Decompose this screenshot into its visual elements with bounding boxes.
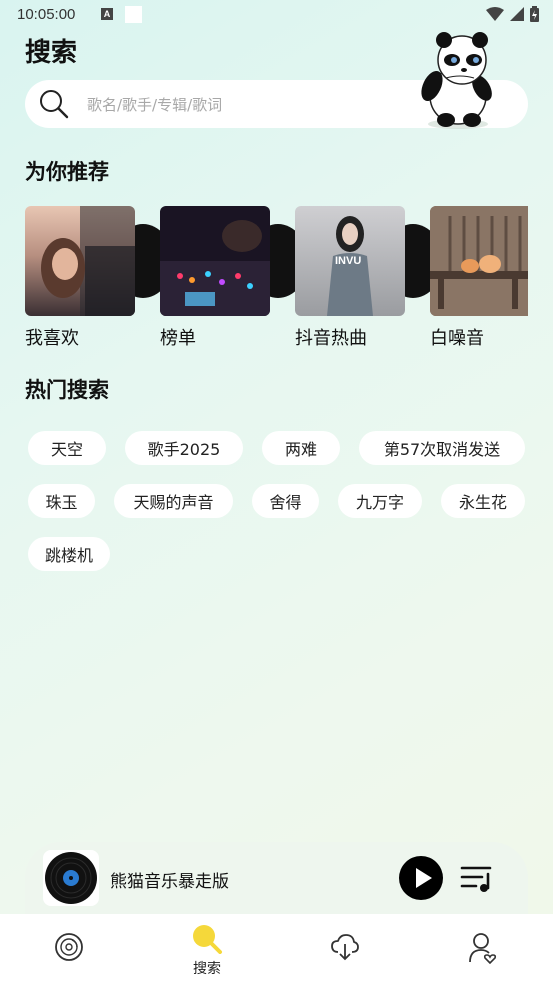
search-icon — [193, 925, 222, 954]
vinyl-disc-icon — [45, 852, 97, 904]
recommend-label: 我喜欢 — [25, 328, 79, 349]
hot-search-chip[interactable]: 歌手2025 — [125, 431, 243, 465]
tab-profile[interactable] — [443, 914, 523, 984]
wifi-icon — [486, 7, 504, 21]
cover-white-noise — [430, 206, 528, 316]
hot-search-title: 热门搜索 — [25, 378, 109, 402]
status-time: 10:05:00 — [17, 6, 76, 23]
recommend-item-white-noise[interactable]: 白噪音 — [430, 206, 553, 349]
hot-search-chip[interactable]: 两难 — [262, 431, 340, 465]
recommend-item-charts[interactable]: 榜单 — [160, 206, 308, 349]
hot-search-chip[interactable]: 天空 — [28, 431, 106, 465]
recommend-title: 为你推荐 — [25, 160, 109, 184]
battery-icon — [530, 6, 539, 22]
hot-search-chip[interactable]: 跳楼机 — [28, 537, 110, 571]
search-icon — [40, 90, 69, 119]
tab-search[interactable]: 搜索 — [167, 914, 247, 984]
cover-favorites — [25, 206, 135, 316]
tab-download[interactable] — [305, 914, 385, 984]
hot-search-chip[interactable]: 珠玉 — [28, 484, 95, 518]
mini-player[interactable]: 熊猫音乐暴走版 — [25, 842, 528, 914]
notification-square-icon — [125, 6, 142, 23]
recommend-item-douyin-hits[interactable]: INVU 抖音热曲 — [295, 206, 443, 349]
panda-mascot-icon — [421, 32, 492, 129]
hot-search-chip[interactable]: 天赐的声音 — [114, 484, 233, 518]
cloud-download-icon — [331, 934, 359, 961]
recommend-label: 抖音热曲 — [295, 328, 367, 349]
hot-search-chip[interactable]: 舍得 — [252, 484, 319, 518]
page-title: 搜索 — [25, 38, 78, 68]
play-icon — [416, 868, 432, 888]
hot-search-chip[interactable]: 永生花 — [441, 484, 525, 518]
playlist-icon[interactable] — [460, 862, 494, 894]
signal-icon — [510, 7, 524, 21]
recommend-item-favorites[interactable]: 我喜欢 — [25, 206, 173, 349]
bottom-tab-bar: 搜索 — [0, 914, 553, 984]
status-icons — [486, 6, 539, 22]
tab-search-label: 搜索 — [193, 961, 221, 977]
play-button[interactable] — [399, 856, 443, 900]
cover-douyin-hits: INVU — [295, 206, 405, 316]
vinyl-icon — [55, 933, 83, 961]
hot-search-chip[interactable]: 第57次取消发送 — [359, 431, 525, 465]
notification-a-icon: A — [101, 8, 113, 20]
cover-charts — [160, 206, 270, 316]
user-heart-icon — [469, 933, 497, 964]
cover-text: INVU — [335, 255, 362, 267]
recommend-label: 白噪音 — [430, 328, 484, 349]
recommend-label: 榜单 — [160, 328, 196, 349]
hot-search-chip[interactable]: 九万字 — [338, 484, 422, 518]
search-placeholder: 歌名/歌手/专辑/歌词 — [87, 96, 223, 114]
now-playing-title: 熊猫音乐暴走版 — [110, 872, 229, 892]
album-art — [43, 850, 99, 906]
tab-library[interactable] — [29, 914, 109, 984]
